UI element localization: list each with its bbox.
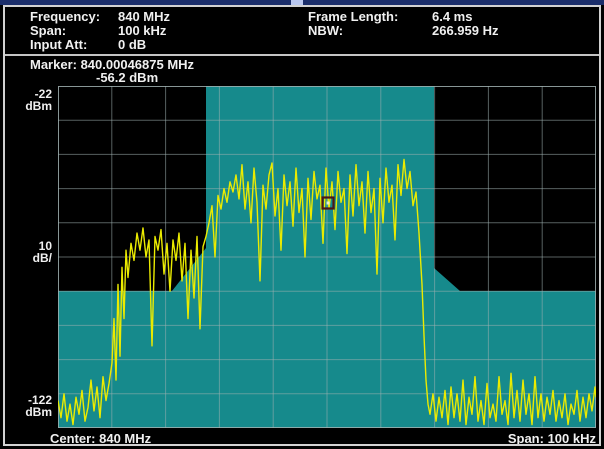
input-att-value: 0 dB (118, 37, 146, 52)
y-axis-ref-level: -22 dBm (0, 88, 52, 112)
spectrum-plot (58, 86, 596, 428)
frame-length-value: 6.4 ms (432, 9, 472, 24)
span-setting-label: Span: (30, 23, 66, 38)
input-att-label: Input Att: (30, 37, 87, 52)
nbw-value: 266.959 Hz (432, 23, 499, 38)
spectrum-svg (58, 86, 596, 428)
scale-unit: dB/ (0, 252, 52, 264)
top-strip-tick (291, 0, 303, 5)
frame-length-label: Frame Length: (308, 9, 398, 24)
frequency-label: Frequency: (30, 9, 100, 24)
header-divider (5, 54, 599, 56)
marker-amplitude: -56.2 dBm (96, 70, 158, 85)
span-footer-label: Span: 100 kHz (508, 431, 596, 446)
y-axis-bottom-level: -122 dBm (0, 394, 52, 418)
top-strip (0, 0, 604, 5)
spectrum-analyzer-screen: Frequency: 840 MHz Span: 100 kHz Input A… (0, 0, 604, 449)
frequency-value: 840 MHz (118, 9, 170, 24)
marker-dot (327, 202, 330, 205)
nbw-label: NBW: (308, 23, 343, 38)
span-setting-value: 100 kHz (118, 23, 166, 38)
center-frequency-label: Center: 840 MHz (50, 431, 151, 446)
ref-level-unit: dBm (0, 100, 52, 112)
y-axis-scale: 10 dB/ (0, 240, 52, 264)
bottom-level-unit: dBm (0, 406, 52, 418)
